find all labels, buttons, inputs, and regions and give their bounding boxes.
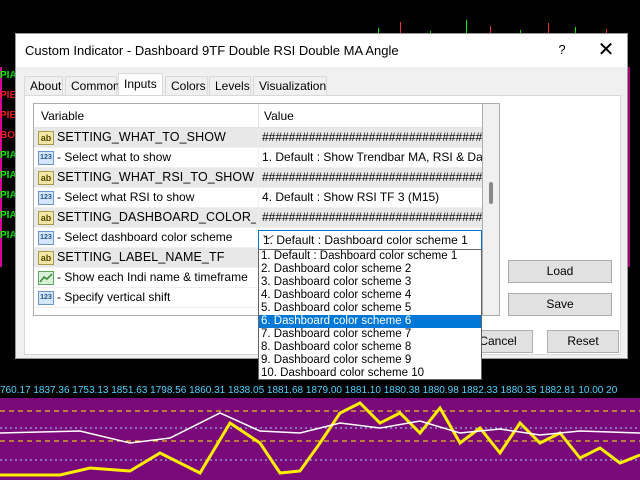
row-variable: - Show each Indi name & timeframe bbox=[57, 270, 248, 284]
grid-header: Variable Value bbox=[34, 104, 482, 128]
chart-right-border bbox=[628, 67, 640, 267]
dropdown-option-highlighted[interactable]: 6. Dashboard color scheme 6 bbox=[259, 315, 481, 328]
row-variable: - Select what to show bbox=[57, 150, 172, 164]
load-button[interactable]: Load bbox=[508, 260, 612, 283]
save-button[interactable]: Save bbox=[508, 293, 612, 316]
123-icon: 123 bbox=[38, 291, 54, 305]
chart-label: PIE bbox=[0, 90, 17, 101]
ab-icon: ab bbox=[38, 251, 54, 265]
row-variable: SETTING_LABEL_NAME_TF bbox=[57, 250, 225, 264]
tab-levels[interactable]: Levels bbox=[209, 76, 251, 95]
ab-icon: ab bbox=[38, 131, 54, 145]
tab-inputs[interactable]: Inputs bbox=[118, 73, 163, 96]
ab-icon: ab bbox=[38, 211, 54, 225]
table-row[interactable]: 123 - Select what RSI to show 4. Default… bbox=[34, 188, 482, 208]
row-value[interactable]: 1. Default : Show Trendbar MA, RSI & Das bbox=[262, 148, 482, 167]
chevron-down-icon[interactable]: ﹀ bbox=[263, 232, 477, 248]
row-variable: SETTING_DASHBOARD_COLOR_SC... bbox=[57, 210, 256, 224]
line-icon bbox=[38, 271, 54, 285]
dropdown-option[interactable]: 7. Dashboard color scheme 7 bbox=[259, 328, 481, 341]
column-header-variable[interactable]: Variable bbox=[41, 109, 84, 123]
dropdown-option[interactable]: 2. Dashboard color scheme 2 bbox=[259, 263, 481, 276]
row-variable: - Select dashboard color scheme bbox=[57, 230, 233, 244]
help-button[interactable]: ? bbox=[554, 42, 570, 57]
123-icon: 123 bbox=[38, 191, 54, 205]
color-scheme-combo[interactable]: 1. Default : Dashboard color scheme 1 ﹀ bbox=[258, 230, 482, 250]
row-value[interactable]: ################################## bbox=[262, 168, 482, 187]
123-icon: 123 bbox=[38, 231, 54, 245]
dialog-title: Custom Indicator - Dashboard 9TF Double … bbox=[25, 43, 399, 58]
dropdown-option[interactable]: 8. Dashboard color scheme 8 bbox=[259, 341, 481, 354]
table-row[interactable]: ab SETTING_DASHBOARD_COLOR_SC... #######… bbox=[34, 208, 482, 228]
color-scheme-dropdown: 1. Default : Dashboard color scheme 1 2.… bbox=[258, 249, 482, 380]
scrollbar-thumb[interactable] bbox=[489, 182, 493, 204]
table-row[interactable]: ab SETTING_WHAT_RSI_TO_SHOW ############… bbox=[34, 168, 482, 188]
dropdown-option[interactable]: 9. Dashboard color scheme 9 bbox=[259, 354, 481, 367]
row-variable: SETTING_WHAT_TO_SHOW bbox=[57, 130, 226, 144]
123-icon: 123 bbox=[38, 151, 54, 165]
close-button[interactable]: ✕ bbox=[596, 37, 616, 63]
ab-icon: ab bbox=[38, 171, 54, 185]
tab-about[interactable]: About bbox=[24, 76, 63, 95]
column-header-value[interactable]: Value bbox=[264, 109, 294, 123]
dropdown-option[interactable]: 5. Dashboard color scheme 5 bbox=[259, 302, 481, 315]
tab-colors[interactable]: Colors bbox=[165, 76, 208, 95]
tab-visualization[interactable]: Visualization bbox=[253, 76, 327, 95]
row-variable: SETTING_WHAT_RSI_TO_SHOW bbox=[57, 170, 255, 184]
title-bar: Custom Indicator - Dashboard 9TF Double … bbox=[16, 34, 627, 67]
chart-label: PIE bbox=[0, 110, 17, 121]
row-value[interactable]: 4. Default : Show RSI TF 3 (M15) bbox=[262, 188, 482, 207]
dropdown-option[interactable]: 10. Dashboard color scheme 10 bbox=[259, 367, 481, 380]
row-value[interactable]: ################################## bbox=[262, 208, 482, 227]
chart-indicator-panel: 760.17 1837.36 1753.13 1851.63 1798.56 1… bbox=[0, 383, 640, 480]
row-variable: - Select what RSI to show bbox=[57, 190, 195, 204]
reset-button[interactable]: Reset bbox=[547, 330, 619, 353]
dropdown-option[interactable]: 4. Dashboard color scheme 4 bbox=[259, 289, 481, 302]
chart-label: BO bbox=[0, 130, 15, 141]
table-row[interactable]: ab SETTING_WHAT_TO_SHOW ################… bbox=[34, 128, 482, 148]
chart-indicator-lines bbox=[0, 401, 640, 477]
dropdown-option[interactable]: 1. Default : Dashboard color scheme 1 bbox=[259, 250, 481, 263]
table-row[interactable]: 123 - Select what to show 1. Default : S… bbox=[34, 148, 482, 168]
tab-common[interactable]: Common bbox=[65, 76, 120, 95]
grid-scrollbar[interactable] bbox=[483, 103, 500, 316]
row-variable: - Specify vertical shift bbox=[57, 290, 171, 304]
row-value[interactable]: ################################## bbox=[262, 128, 482, 147]
dropdown-option[interactable]: 3. Dashboard color scheme 3 bbox=[259, 276, 481, 289]
